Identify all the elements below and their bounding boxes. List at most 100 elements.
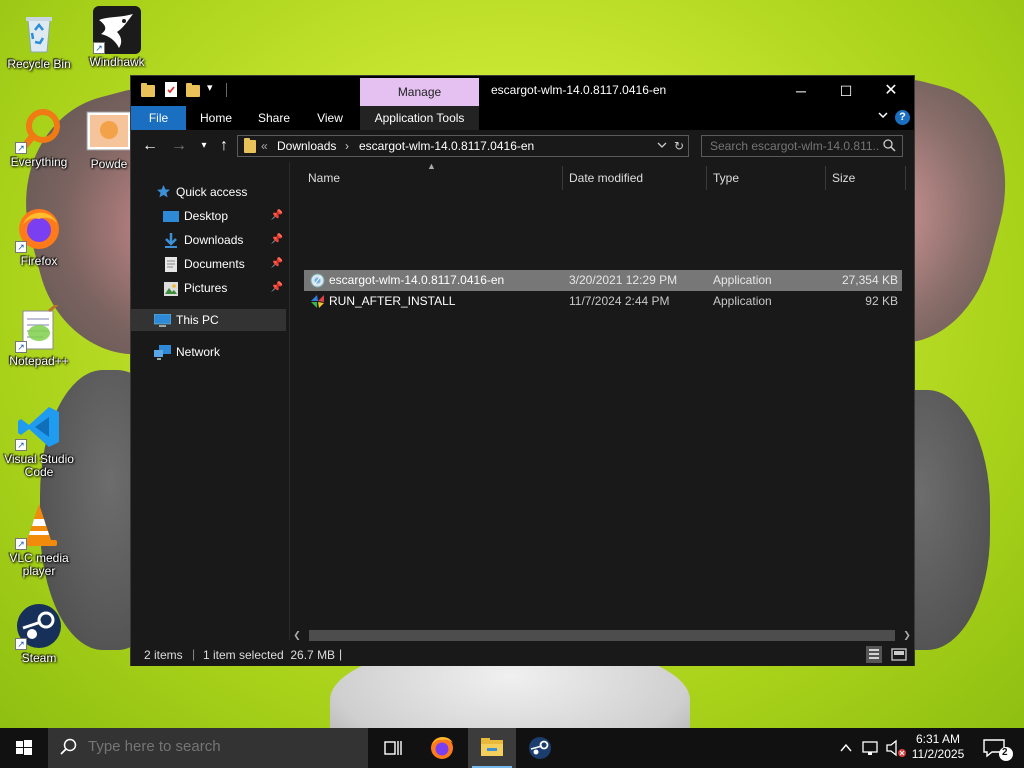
nav-item-network[interactable]: Network	[131, 341, 289, 363]
column-header-size[interactable]: Size	[824, 164, 904, 192]
back-button[interactable]: ←	[139, 136, 161, 156]
address-bar[interactable]: « Downloads › escargot-wlm-14.0.8117.041…	[237, 135, 689, 157]
file-type: Application	[713, 294, 772, 308]
tab-file[interactable]: File	[131, 106, 186, 130]
search-box[interactable]	[701, 135, 903, 157]
desktop-icon-windhawk[interactable]: ↗ Windhawk	[79, 6, 155, 69]
address-dropdown-icon[interactable]	[656, 138, 668, 155]
action-center-button[interactable]: 2	[978, 728, 1018, 768]
horizontal-scrollbar[interactable]: ❮ ❯	[290, 628, 914, 642]
breadcrumb-current-folder[interactable]: escargot-wlm-14.0.8117.0416-en	[359, 139, 534, 153]
chevron-up-icon	[840, 743, 852, 752]
scrollbar-thumb[interactable]	[309, 630, 895, 641]
large-icons-view-button[interactable]	[891, 646, 907, 663]
qat-divider	[226, 83, 227, 97]
taskbar-app-steam[interactable]	[516, 728, 564, 768]
scroll-right-icon[interactable]: ❯	[900, 628, 914, 642]
computer-icon	[153, 313, 172, 327]
nav-label: Quick access	[176, 185, 248, 199]
back-arrow-icon: ←	[142, 137, 158, 154]
breadcrumb-overflow[interactable]: «	[261, 139, 268, 153]
forward-button[interactable]: →	[168, 136, 190, 156]
maximize-button[interactable]: ☐	[823, 76, 869, 106]
desktop-icon-notepad-plus-plus[interactable]: ↗ Notepad++	[1, 301, 77, 368]
star-icon	[156, 184, 171, 198]
shortcut-arrow-icon: ↗	[15, 341, 27, 353]
firefox-icon: ↗	[15, 205, 63, 253]
steam-icon: ↗	[15, 602, 63, 650]
search-input[interactable]	[710, 139, 880, 153]
windhawk-icon: ↗	[93, 6, 141, 54]
desktop-icon-recycle-bin[interactable]: Recycle Bin	[1, 8, 77, 71]
details-view-button[interactable]	[866, 646, 882, 663]
nav-item-pictures[interactable]: Pictures 📌	[131, 277, 289, 299]
pin-icon: 📌	[270, 282, 283, 293]
breadcrumb-downloads[interactable]: Downloads	[277, 139, 336, 153]
nav-item-downloads[interactable]: Downloads 📌	[131, 229, 289, 251]
shortcut-arrow-icon: ↗	[15, 142, 27, 154]
minimize-button[interactable]: ─	[778, 76, 824, 106]
desktop-icon-everything[interactable]: ↗ Everything	[1, 106, 77, 169]
desktop-icon-vlc[interactable]: ↗ VLC media player	[1, 502, 77, 578]
taskbar-search-box[interactable]	[48, 728, 368, 768]
file-row[interactable]: escargot-wlm-14.0.8117.0416-en 3/20/2021…	[304, 270, 902, 291]
close-icon: ✕	[884, 82, 898, 99]
scroll-left-icon[interactable]: ❮	[290, 628, 304, 642]
desktop-icon-firefox[interactable]: ↗ Firefox	[1, 205, 77, 268]
shortcut-arrow-icon: ↗	[15, 241, 27, 253]
new-folder-icon[interactable]	[186, 82, 200, 100]
pin-icon: 📌	[270, 258, 283, 269]
nav-item-desktop[interactable]: Desktop 📌	[131, 205, 289, 227]
maximize-icon: ☐	[839, 83, 853, 99]
file-explorer-window: ▾ Manage escargot-wlm-14.0.8117.0416-en …	[130, 75, 915, 666]
desktop-folder-icon	[163, 209, 179, 223]
help-icon[interactable]: ?	[895, 110, 910, 125]
desktop-icon-visual-studio-code[interactable]: ↗ Visual Studio Code	[1, 403, 77, 479]
taskbar-app-firefox[interactable]	[418, 728, 466, 768]
taskbar-search-input[interactable]	[88, 738, 348, 755]
up-arrow-icon: ↑	[220, 137, 228, 154]
properties-icon[interactable]	[163, 81, 179, 99]
column-header-date-modified[interactable]: Date modified	[561, 164, 707, 192]
recent-locations-button[interactable]: ▾	[193, 136, 215, 156]
clock-time: 6:31 AM	[915, 732, 961, 746]
tab-share[interactable]: Share	[249, 106, 299, 130]
up-button[interactable]: ↑	[213, 136, 235, 156]
nav-item-documents[interactable]: Documents 📌	[131, 253, 289, 275]
column-header-name[interactable]: Name	[300, 164, 562, 192]
breadcrumb-separator-icon[interactable]: ›	[345, 139, 349, 153]
title-bar[interactable]: ▾ Manage escargot-wlm-14.0.8117.0416-en …	[131, 76, 914, 106]
shortcut-arrow-icon: ↗	[15, 439, 27, 451]
nav-label: Downloads	[184, 233, 244, 247]
tab-view[interactable]: View	[306, 106, 354, 130]
start-button[interactable]	[0, 728, 48, 768]
details-view-icon	[869, 649, 879, 659]
tab-application-tools[interactable]: Application Tools	[360, 106, 479, 130]
customize-qat-icon[interactable]: ▾	[207, 81, 213, 99]
file-name[interactable]: RUN_AFTER_INSTALL	[329, 291, 455, 312]
file-name[interactable]: escargot-wlm-14.0.8117.0416-en	[329, 270, 504, 291]
expand-ribbon-icon[interactable]	[877, 109, 889, 124]
nav-item-this-pc[interactable]: This PC	[131, 309, 286, 331]
status-divider: |	[339, 647, 343, 661]
taskbar-app-file-explorer[interactable]	[468, 728, 516, 768]
close-button[interactable]: ✕	[868, 76, 914, 106]
pictures-icon	[164, 281, 179, 296]
network-tray-button[interactable]	[860, 728, 882, 768]
volume-tray-button[interactable]	[884, 728, 908, 768]
tab-home[interactable]: Home	[191, 106, 241, 130]
nav-item-quick-access[interactable]: Quick access	[131, 181, 289, 203]
recycle-bin-icon	[15, 8, 63, 56]
everything-icon: ↗	[15, 106, 63, 154]
file-row[interactable]: RUN_AFTER_INSTALL 11/7/2024 2:44 PM Appl…	[304, 291, 902, 312]
file-list: ▲ Name Date modified Type Size escargot-…	[290, 161, 914, 640]
column-header-type[interactable]: Type	[705, 164, 825, 192]
desktop-icon-steam[interactable]: ↗ Steam	[1, 602, 77, 665]
refresh-icon[interactable]: ↻	[674, 139, 684, 153]
file-type: Application	[713, 273, 772, 287]
clock[interactable]: 6:31 AM 11/2/2025	[908, 728, 968, 768]
column-separator[interactable]	[905, 166, 906, 190]
task-view-button[interactable]	[368, 728, 416, 768]
search-icon	[60, 738, 78, 760]
show-hidden-icons-button[interactable]	[836, 728, 856, 768]
